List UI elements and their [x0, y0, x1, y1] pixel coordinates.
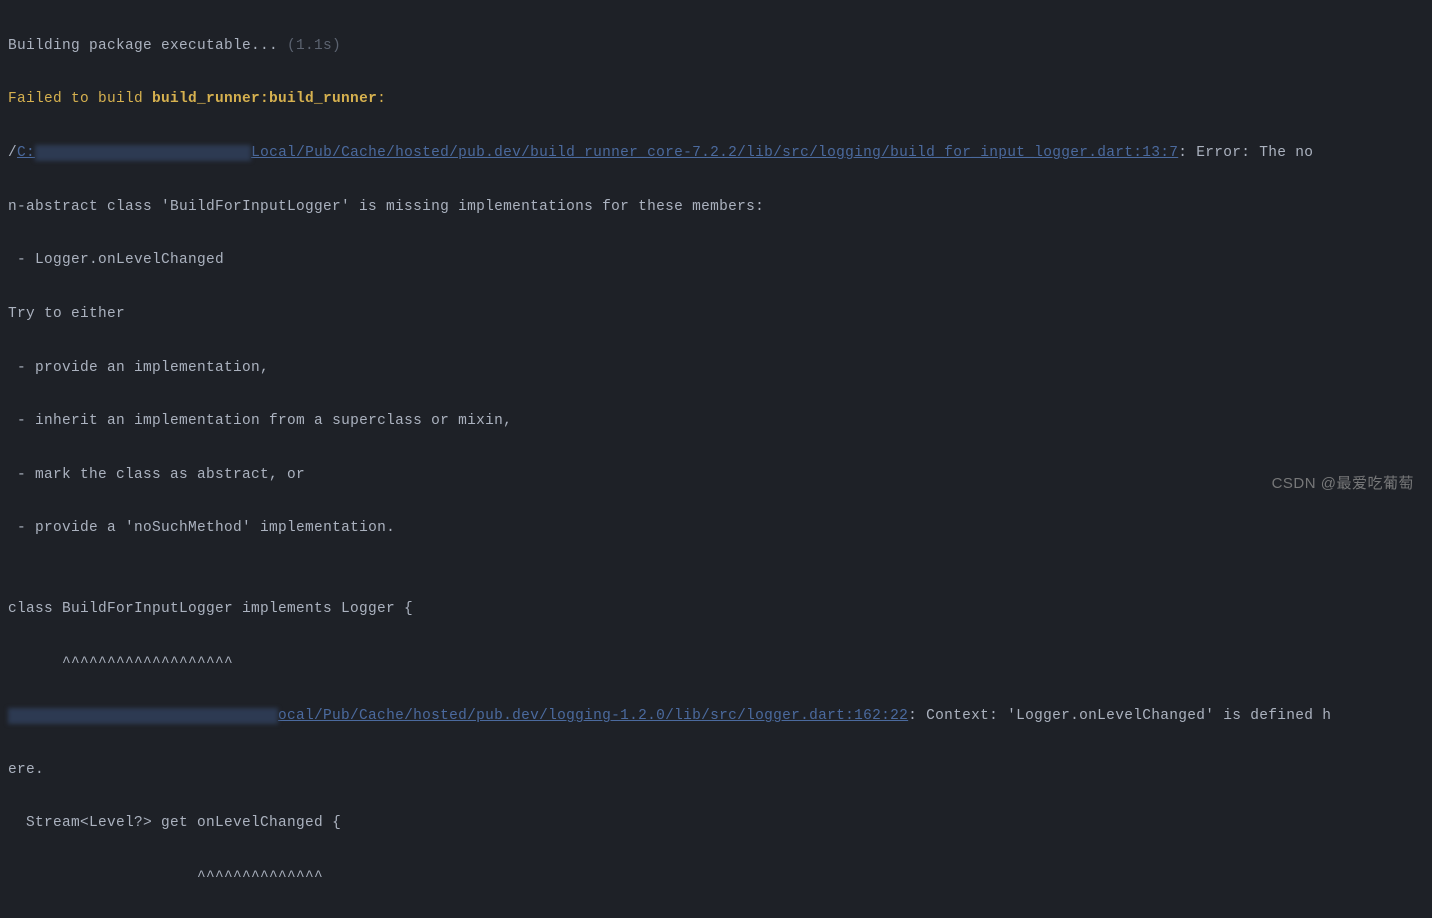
code-line-stream: Stream<Level?> get onLevelChanged { — [8, 810, 1424, 837]
terminal-output: Building package executable... (1.1s) Fa… — [8, 6, 1424, 918]
build-time: (1.1s) — [287, 38, 341, 54]
failed-prefix: Failed to build — [8, 91, 152, 107]
error-message-line: n-abstract class 'BuildForInputLogger' i… — [8, 194, 1424, 221]
context-path-line: ██████████████████████████████ocal/Pub/C… — [8, 703, 1424, 730]
error-text-1: : Error: The no — [1178, 145, 1313, 161]
context-text: : Context: 'Logger.onLevelChanged' is de… — [908, 708, 1331, 724]
file-path-link-1[interactable]: Local/Pub/Cache/hosted/pub.dev/build_run… — [251, 145, 1178, 161]
path-slash: / — [8, 145, 17, 161]
build-text: Building package executable... — [8, 38, 287, 54]
suggestion-4: - provide a 'noSuchMethod' implementatio… — [8, 515, 1424, 542]
code-caret-2: ^^^^^^^^^^^^^^ — [8, 864, 1424, 891]
suggestion-2: - inherit an implementation from a super… — [8, 408, 1424, 435]
file-path-link-2[interactable]: ocal/Pub/Cache/hosted/pub.dev/logging-1.… — [278, 708, 908, 724]
redacted-path-1: ████████████████████████ — [35, 145, 251, 161]
error-path-line-1: /C:████████████████████████Local/Pub/Cac… — [8, 140, 1424, 167]
failed-build-line: Failed to build build_runner:build_runne… — [8, 86, 1424, 113]
failed-target: build_runner:build_runner — [152, 91, 377, 107]
code-caret-1: ^^^^^^^^^^^^^^^^^^^ — [8, 650, 1424, 677]
path-drive[interactable]: C: — [17, 145, 35, 161]
suggestion-3: - mark the class as abstract, or — [8, 462, 1424, 489]
build-status-line: Building package executable... (1.1s) — [8, 33, 1424, 60]
failed-colon: : — [377, 91, 386, 107]
redacted-path-2: ██████████████████████████████ — [8, 708, 278, 724]
missing-member-line: - Logger.onLevelChanged — [8, 247, 1424, 274]
code-line-class: class BuildForInputLogger implements Log… — [8, 596, 1424, 623]
try-either-line: Try to either — [8, 301, 1424, 328]
context-line-end: ere. — [8, 757, 1424, 784]
suggestion-1: - provide an implementation, — [8, 355, 1424, 382]
watermark: CSDN @最爱吃葡萄 — [1272, 470, 1414, 498]
